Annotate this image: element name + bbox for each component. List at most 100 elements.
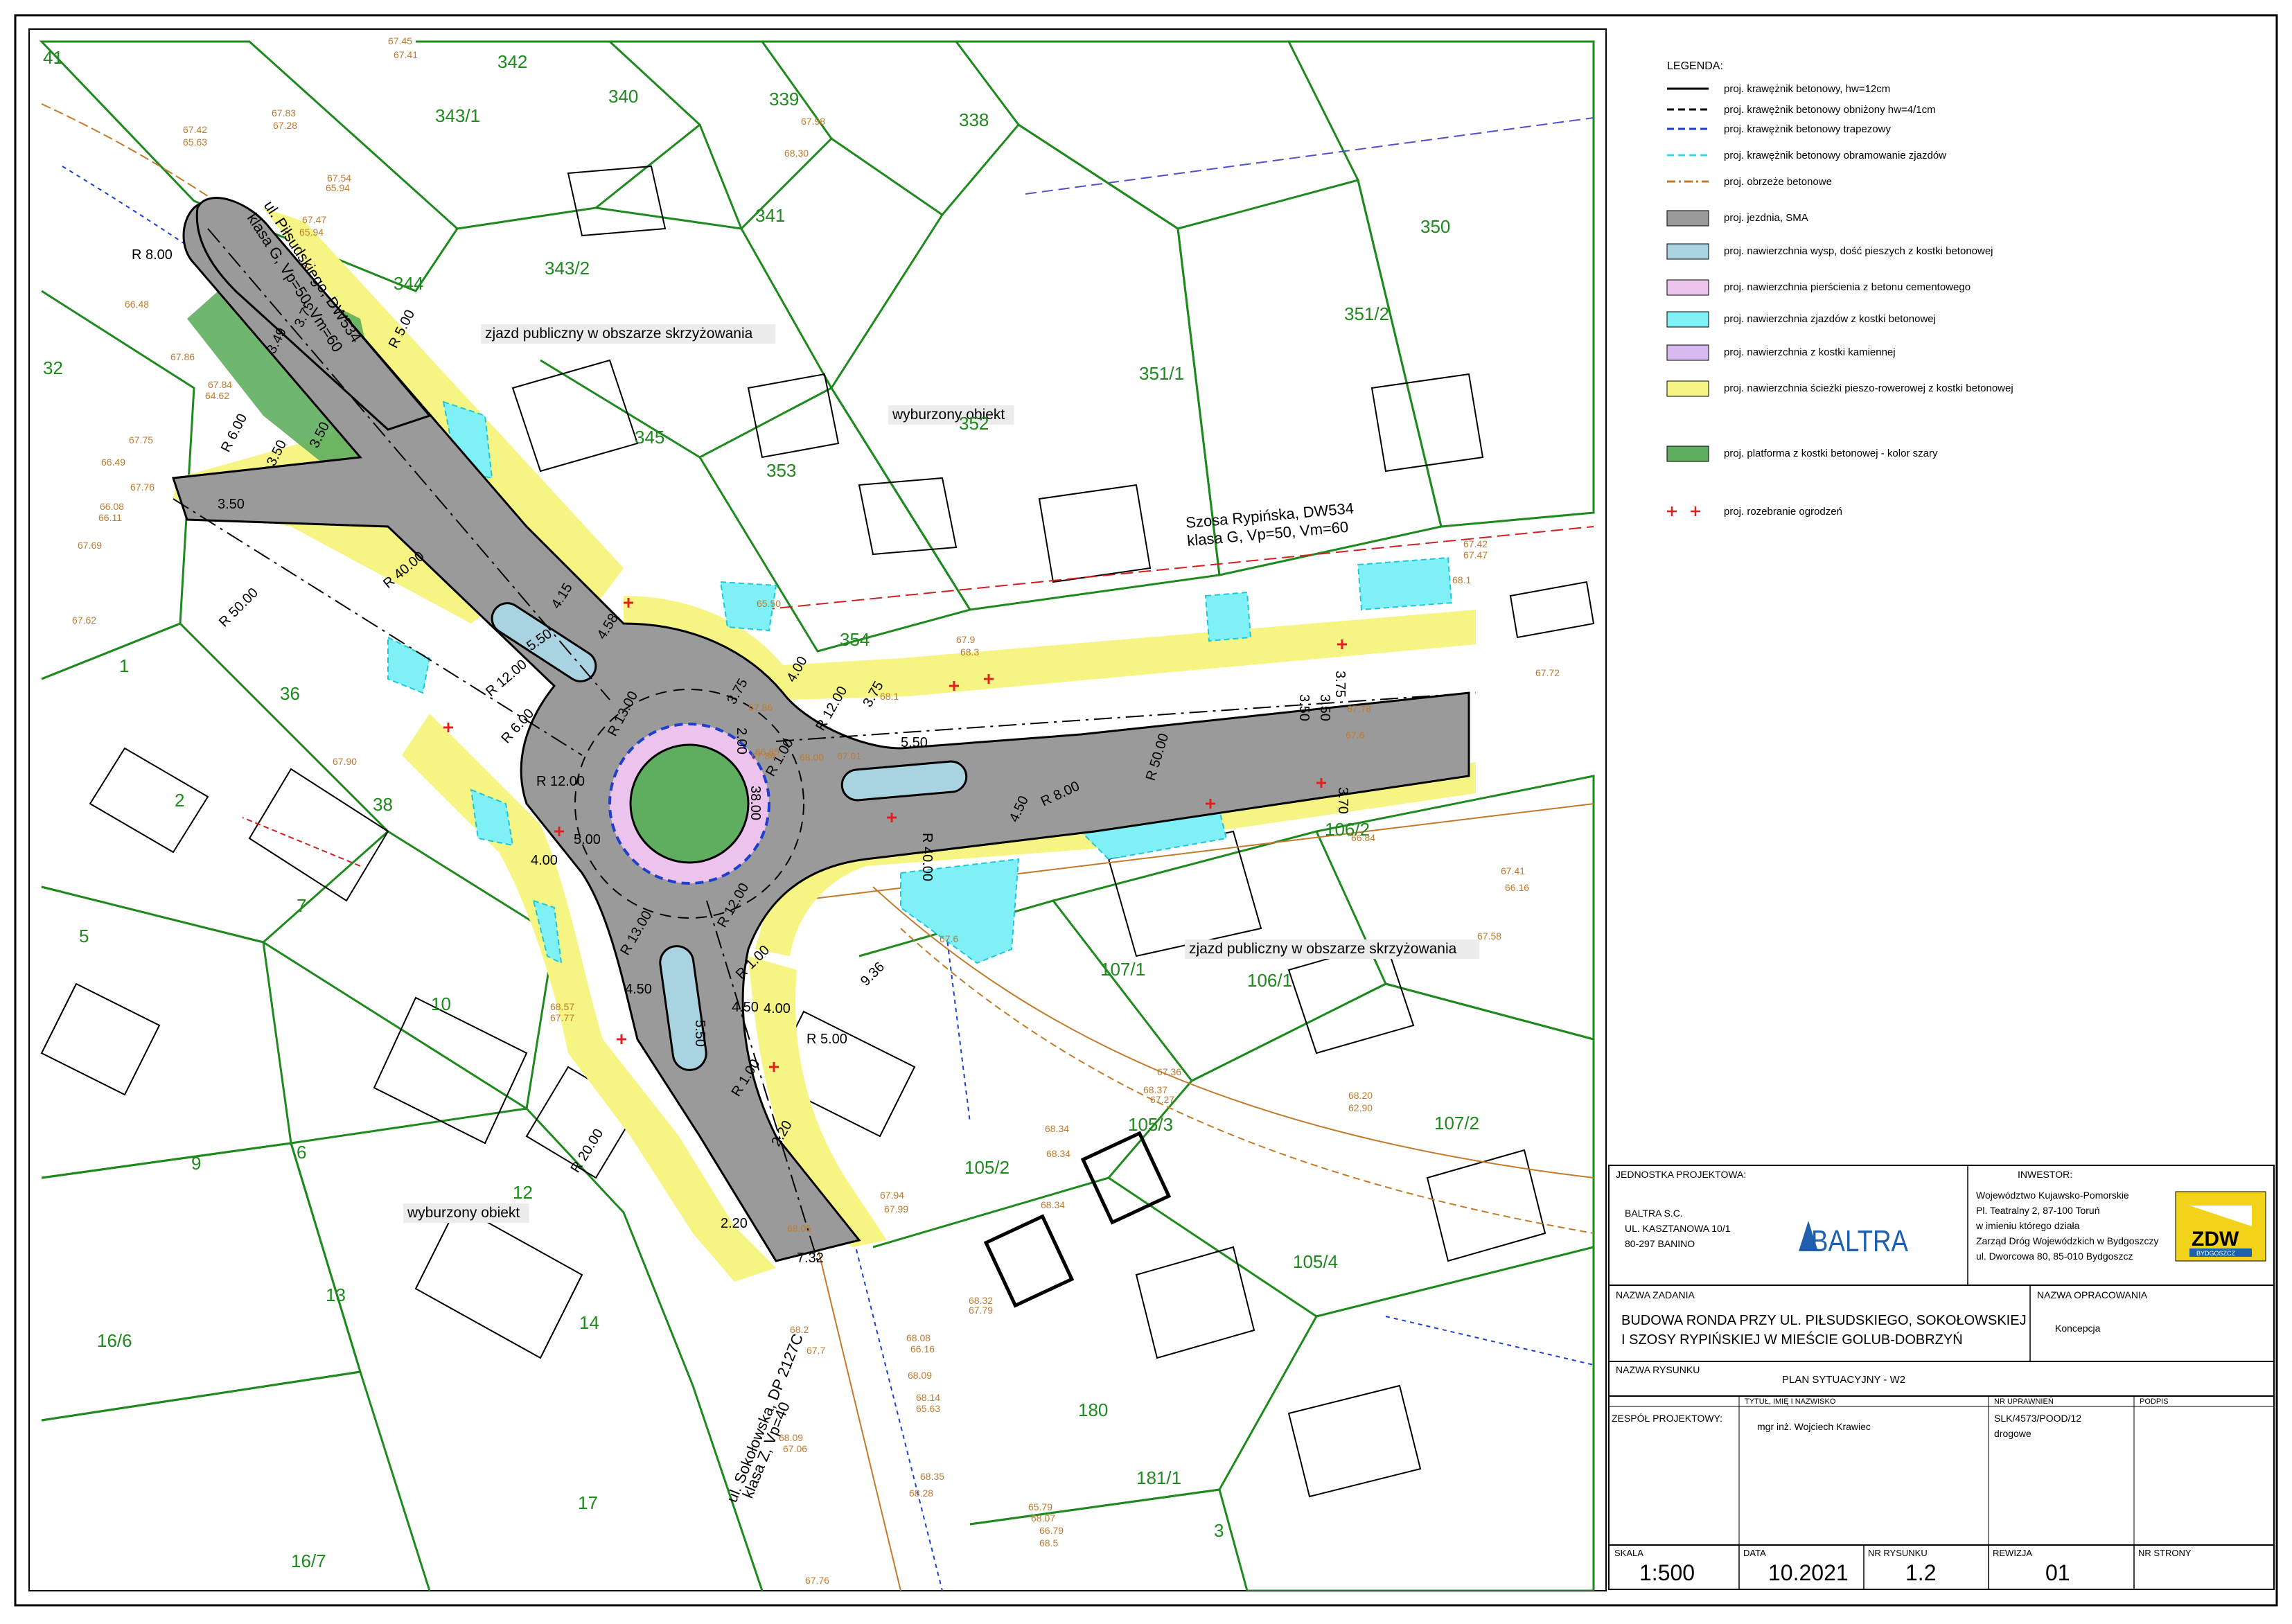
dimension-label: 3.50	[1296, 694, 1312, 721]
parcel-number: 3	[1214, 1520, 1224, 1541]
legend-swatch	[1666, 380, 1709, 397]
dimension-label: 5.00	[574, 832, 601, 847]
legend-label: proj. krawężnik betonowy obniżony hw=4/1…	[1724, 104, 1936, 116]
design-unit-label: JEDNOSTKA PROJEKTOWA:	[1616, 1169, 1746, 1180]
elevation-label: 67.47	[302, 214, 326, 225]
drawing-name-value: PLAN SYTUACYJNY - W2	[1782, 1374, 1905, 1386]
legend-item: proj. platforma z kostki betonowej - kol…	[1666, 445, 1938, 462]
parcel-number: 17	[578, 1492, 598, 1513]
roundabout-central-island	[629, 743, 750, 864]
parcel-number: 32	[43, 358, 63, 378]
legend-label: proj. obrzeże betonowe	[1724, 176, 1832, 188]
parcel-number: 2	[175, 790, 184, 811]
elevation-label: 68.05	[787, 1223, 811, 1234]
dimension-label: R 5.00	[806, 1032, 847, 1047]
elevation-label: 67.78	[1347, 703, 1371, 714]
legend-label: proj. krawężnik betonowy obramowanie zja…	[1724, 150, 1946, 161]
dimension-label: R 12.00	[536, 774, 585, 789]
design-unit-line: BALTRA S.C.	[1625, 1208, 1683, 1219]
callout-text: zjazd publiczny w obszarze skrzyżowania	[485, 326, 753, 342]
parcel-number: 353	[766, 460, 796, 481]
legend-title: LEGENDA:	[1667, 60, 1723, 72]
legend-item: proj. jezdnia, SMA	[1666, 210, 1808, 227]
elevation-label: 67.41	[394, 49, 418, 60]
elevation-label: 65.63	[916, 1403, 940, 1414]
callout-text: wyburzony obiekt	[407, 1205, 520, 1221]
parcel-number: 344	[394, 273, 423, 294]
parcel-number: 343/2	[545, 258, 590, 279]
study-label: NAZWA OPRACOWANIA	[2037, 1289, 2148, 1300]
elevation-label: 68.3	[960, 646, 979, 657]
parcel-number: 180	[1078, 1400, 1108, 1420]
elevation-label: 65.94	[326, 182, 350, 193]
elevation-label: 66.16	[1505, 882, 1529, 893]
task-label: NAZWA ZADANIA	[1616, 1289, 1695, 1300]
legend-label: proj. krawężnik betonowy, hw=12cm	[1724, 83, 1890, 95]
parcel-number: 350	[1420, 216, 1450, 237]
elevation-label: 66.84	[1351, 832, 1375, 843]
elevation-label: 68.34	[1045, 1123, 1069, 1134]
drawing-name-label: NAZWA RYSUNKU	[1616, 1364, 1700, 1375]
design-unit-line: 80-297 BANINO	[1625, 1238, 1695, 1249]
elevation-label: 66.11	[98, 512, 122, 523]
elevation-label: 67.77	[550, 1012, 574, 1023]
dimension-label: 5.50	[901, 735, 928, 750]
legend-swatch	[1666, 243, 1709, 260]
legend-label: proj. platforma z kostki betonowej - kol…	[1724, 448, 1938, 459]
elevation-label: 66.79	[1039, 1525, 1064, 1536]
parcel-number: 352	[959, 413, 989, 434]
elevation-label: 67.86	[170, 351, 195, 362]
date-value: 10.2021	[1768, 1560, 1849, 1585]
parcel-number: 354	[840, 629, 870, 650]
date-label: DATA	[1743, 1548, 1766, 1558]
parcel-number: 16/7	[291, 1551, 326, 1571]
parcel-number: 6	[297, 1142, 306, 1163]
legend-item: proj. nawierzchnia zjazdów z kostki beto…	[1666, 311, 1936, 328]
elevation-label: 68.1	[1452, 574, 1471, 585]
elevation-label: 67.28	[273, 120, 297, 131]
elevation-label: 67.41	[1501, 865, 1525, 876]
zdw-logo-subtext: BYDGOSZCZ	[2196, 1250, 2236, 1257]
elevation-label: 68.28	[909, 1488, 933, 1499]
legend-label: proj. nawierzchnia ścieżki pieszo-rowero…	[1724, 382, 2013, 394]
design-unit-line: UL. KASZTANOWA 10/1	[1625, 1223, 1731, 1234]
parcel-number: 341	[755, 205, 785, 226]
elevation-label: 66.49	[101, 457, 125, 468]
elevation-label: 67.27	[1150, 1094, 1174, 1105]
parcel-number: 38	[373, 794, 393, 815]
elevation-label: 68.08	[906, 1332, 931, 1343]
parcel-number: 7	[297, 895, 306, 916]
elevation-label: 67.84	[208, 379, 232, 390]
callout: zjazd publiczny w obszarze skrzyżowania	[481, 324, 776, 344]
elevation-label: 68.34	[1046, 1148, 1070, 1159]
parcel-number: 16/6	[97, 1330, 132, 1351]
dimension-label: 38.00	[748, 786, 763, 820]
legend-swatch	[1666, 445, 1709, 462]
dimension-label: 4.00	[531, 853, 558, 868]
elevation-label: 67.94	[880, 1190, 904, 1201]
elevation-label: 67.36	[1157, 1066, 1181, 1077]
parcel-number: 12	[513, 1182, 533, 1203]
investor-line: Województwo Kujawsko-Pomorskie	[1976, 1190, 2129, 1201]
parcel-number: 41	[43, 47, 63, 68]
legend-label: proj. nawierzchnia zjazdów z kostki beto…	[1724, 313, 1936, 325]
legend-swatch	[1666, 210, 1709, 227]
elevation-label: 67.62	[72, 615, 96, 626]
parcel-number: 107/2	[1434, 1113, 1479, 1133]
parcel-number: 36	[280, 683, 300, 704]
callout: wyburzony obiekt	[403, 1203, 529, 1223]
elevation-label: 68.14	[916, 1392, 940, 1403]
team-header-permit: NR UPRAWNIEŃ	[1994, 1397, 2054, 1406]
parcel-number: 9	[191, 1153, 201, 1174]
legend-item: proj. nawierzchnia z kostki kamiennej	[1666, 344, 1896, 361]
elevation-label: 67.42	[1463, 538, 1488, 549]
elevation-label: 68.5	[1039, 1537, 1058, 1548]
scale-label: SKALA	[1614, 1548, 1643, 1558]
legend-label: proj. jezdnia, SMA	[1724, 212, 1808, 224]
elevation-label: 68.2	[790, 1324, 809, 1335]
elevation-label: 67.83	[272, 107, 296, 118]
parcel-number: 345	[635, 427, 664, 448]
drawing-number-value: 1.2	[1905, 1560, 1936, 1585]
parcel-number: 343/1	[435, 105, 480, 126]
elevation-label: 66.08	[100, 501, 124, 512]
